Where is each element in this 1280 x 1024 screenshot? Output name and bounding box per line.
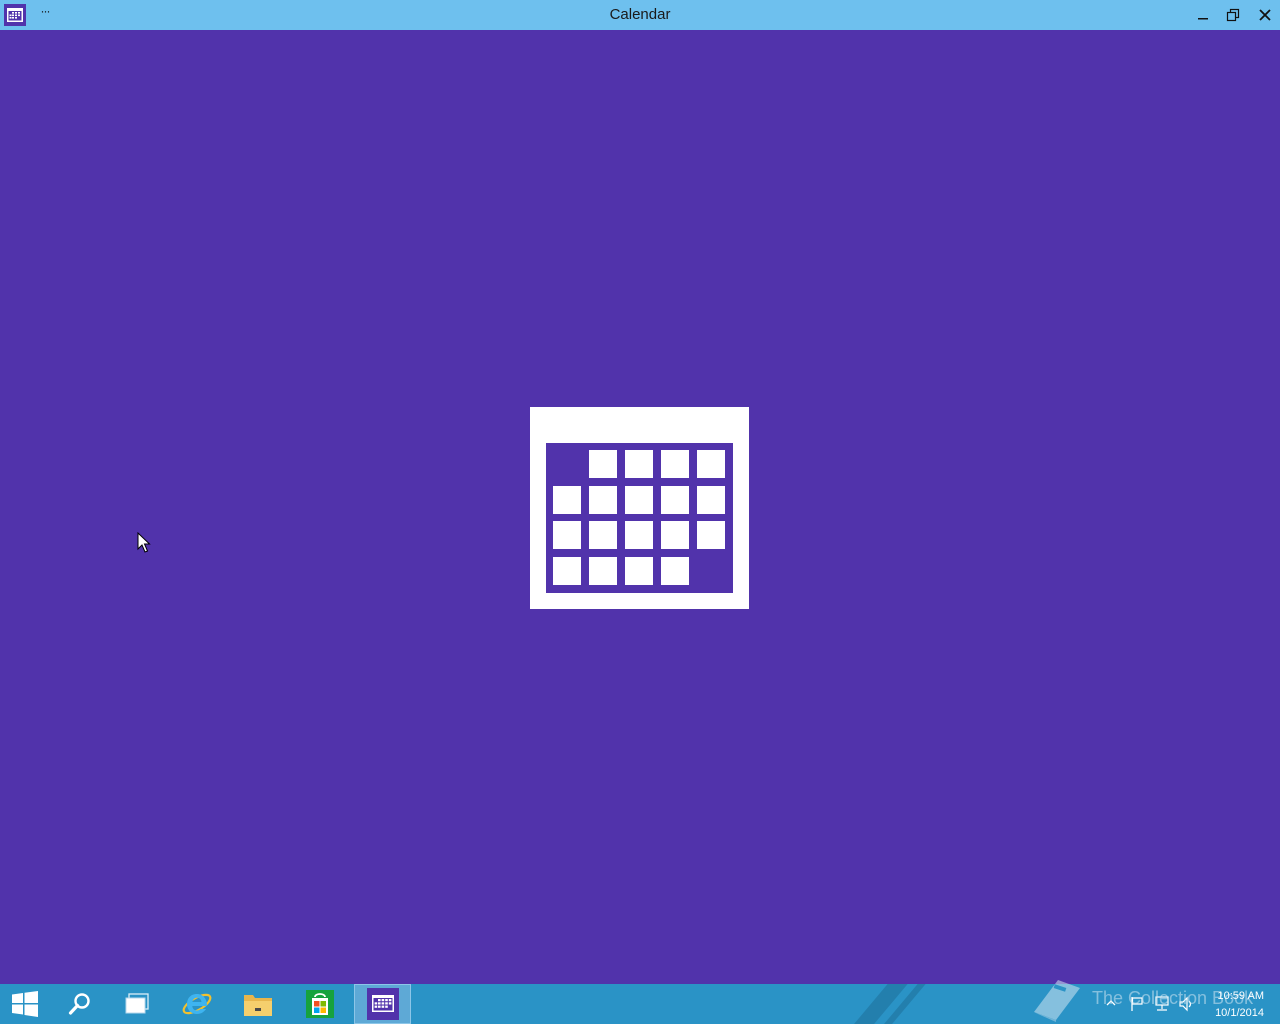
internet-explorer-button[interactable]	[170, 984, 224, 1024]
calendar-splash-icon	[530, 407, 749, 609]
calendar-taskbar-button[interactable]	[354, 984, 411, 1024]
file-explorer-button[interactable]	[231, 984, 285, 1024]
calendar-icon	[366, 988, 399, 1020]
clock-time[interactable]: 10:59 AM	[1204, 990, 1264, 1002]
task-view-icon	[125, 993, 149, 1014]
search-button[interactable]	[53, 984, 107, 1024]
start-button[interactable]	[0, 984, 50, 1024]
close-icon	[1259, 9, 1271, 21]
app-menu-button[interactable]: ···	[36, 3, 54, 23]
windows-logo-icon	[12, 991, 38, 1017]
internet-explorer-icon	[182, 993, 212, 1015]
close-button[interactable]	[1250, 0, 1280, 30]
network-icon[interactable]	[1154, 996, 1170, 1012]
search-icon	[68, 993, 90, 1015]
volume-icon[interactable]	[1178, 996, 1194, 1012]
store-icon	[306, 990, 334, 1018]
file-explorer-icon	[244, 995, 272, 1016]
store-button[interactable]	[293, 984, 347, 1024]
task-view-button[interactable]	[110, 984, 164, 1024]
title-bar[interactable]: ··· Calendar	[0, 0, 1280, 30]
restore-button[interactable]	[1218, 0, 1248, 30]
restore-icon	[1226, 8, 1240, 22]
show-hidden-icon[interactable]	[1106, 1000, 1116, 1006]
calendar-app-icon[interactable]	[4, 4, 26, 26]
mouse-cursor-icon	[137, 532, 151, 553]
clock-date[interactable]: 10/1/2014	[1204, 1007, 1264, 1019]
taskbar	[0, 984, 1280, 1024]
flag-icon[interactable]	[1130, 996, 1144, 1012]
minimize-button[interactable]	[1188, 0, 1218, 30]
window-title: Calendar	[609, 6, 671, 23]
minimize-icon	[1198, 18, 1208, 20]
